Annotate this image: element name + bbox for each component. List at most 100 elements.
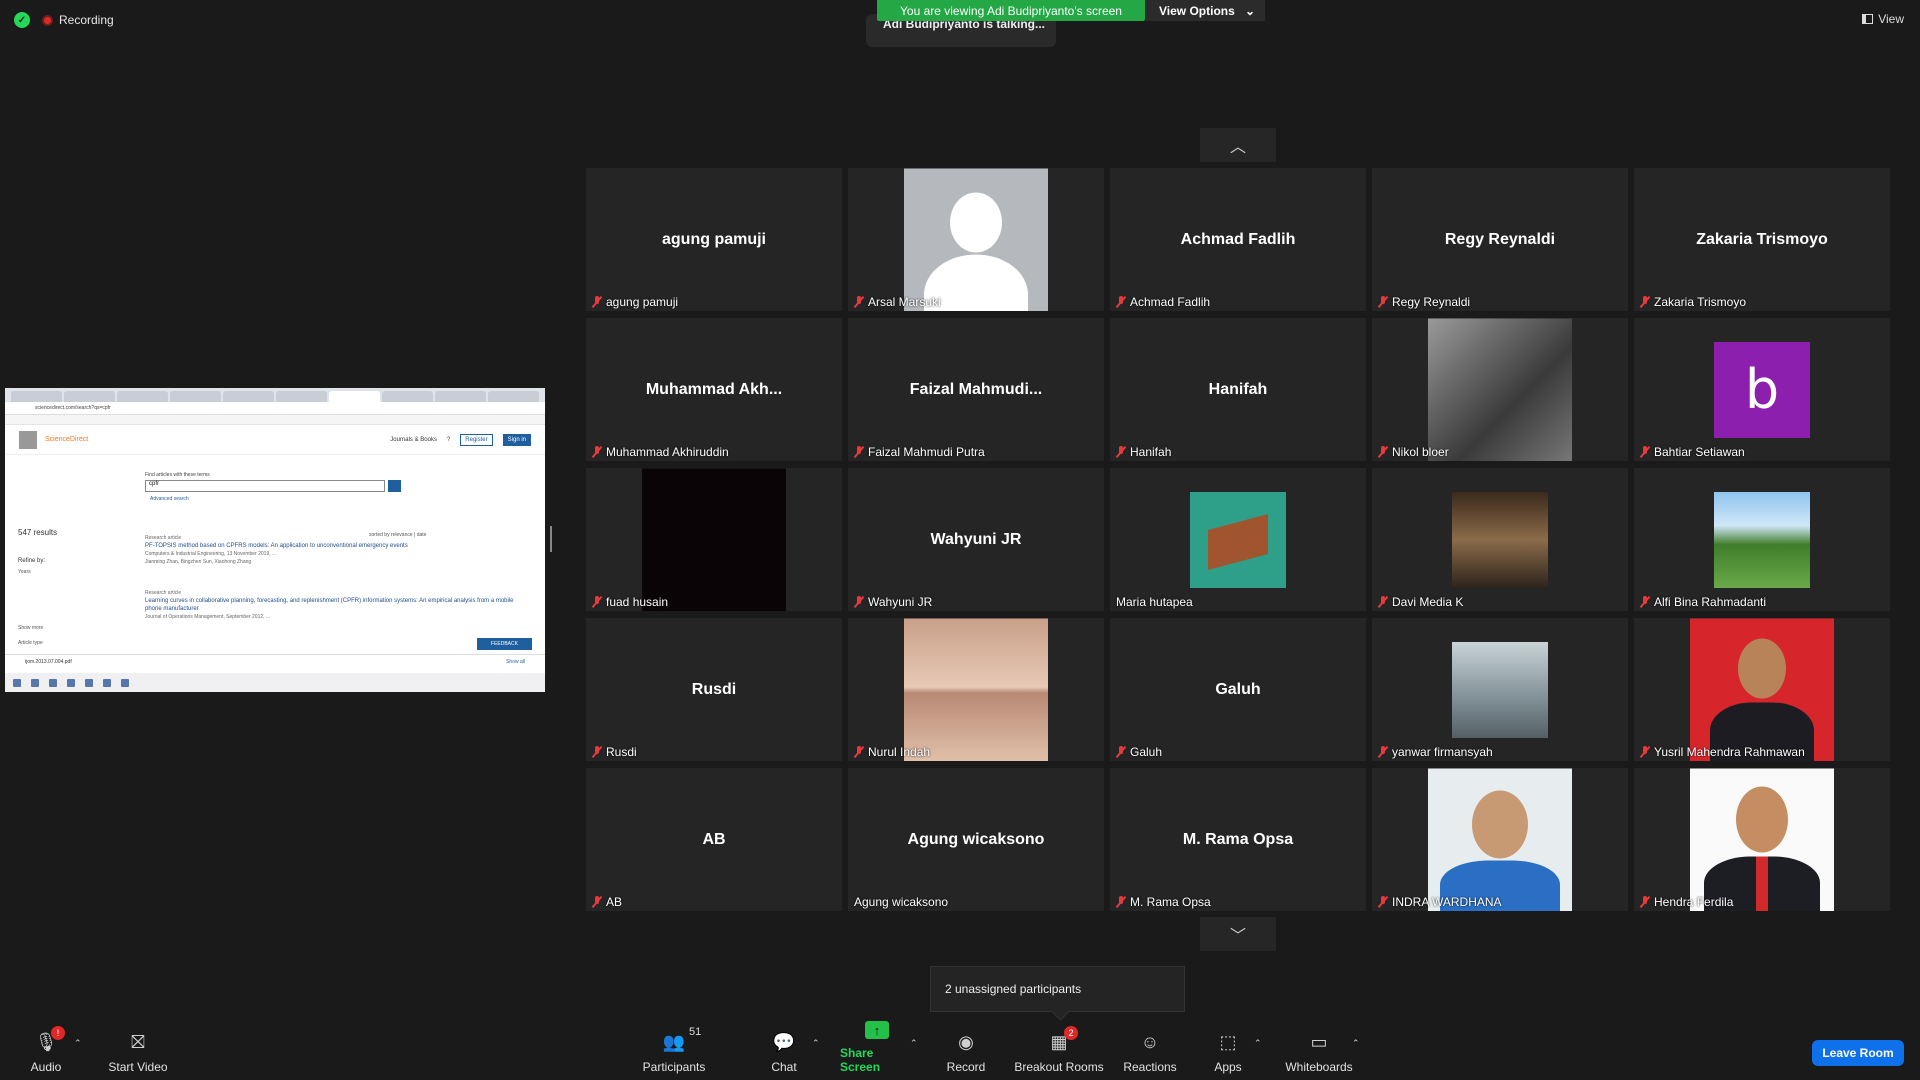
participant-tile[interactable]: INDRA WARDHANA [1372,768,1628,911]
participant-tile[interactable]: Maria hutapea [1110,468,1366,611]
apps-button[interactable]: ⬚ Apps [1210,1020,1246,1080]
browser-tab [64,391,115,402]
participant-tile[interactable]: Agung wicaksono Agung wicaksono [848,768,1104,911]
record-label: Record [946,1060,986,1074]
participant-tile[interactable]: Hanifah Hanifah [1110,318,1366,461]
mic-muted-icon [592,296,602,308]
article-result: Research article Learning curves in coll… [145,589,525,621]
share-options-caret[interactable]: ⌃ [910,1038,918,1049]
article-meta: Journal of Operations Management, Septem… [145,614,271,620]
participant-name-label: Arsal Marsuki [854,295,941,309]
participant-display-name: Agung wicaksono [907,830,1045,848]
participant-gallery: agung pamuji agung pamuji Arsal Marsuki Ach… [586,168,1890,911]
start-video-button[interactable]: ⛝ Start Video [102,1020,174,1080]
participant-tile[interactable]: Arsal Marsuki [848,168,1104,311]
participant-tile[interactable]: fuad husain [586,468,842,611]
share-screen-button[interactable]: ↑ Share Screen [840,1020,914,1080]
participant-name: Bahtiar Setiawan [1654,445,1745,459]
record-icon: ◉ [958,1031,974,1052]
mic-muted-icon [1640,296,1650,308]
participant-tile[interactable]: Yusril Mahendra Rahmawan [1634,618,1890,761]
reactions-button[interactable]: ☺ Reactions [1123,1020,1176,1080]
shared-screen[interactable]: sciencedirect.com/search?qs=cpfr Science… [5,388,545,692]
participant-tile[interactable]: Nikol bloer [1372,318,1628,461]
participant-tile[interactable]: Muhammad Akh... Muhammad Akhiruddin [586,318,842,461]
mic-muted-icon [1116,746,1126,758]
participant-name: Yusril Mahendra Rahmawan [1654,745,1805,759]
participant-name-label: Maria hutapea [1116,595,1193,609]
shield-icon[interactable]: ✓ [14,12,30,28]
unassigned-tooltip: 2 unassigned participants [930,966,1185,1012]
audio-label: Audio [30,1060,62,1074]
view-options-button[interactable]: View Options ⌄ [1145,0,1265,21]
breakout-rooms-button[interactable]: ▦ 2 Breakout Rooms [1014,1020,1104,1080]
whiteboards-button[interactable]: ▭ Whiteboards [1284,1020,1354,1080]
participants-button[interactable]: 👥 51 Participants [638,1020,710,1080]
participant-name: Arsal Marsuki [868,295,941,309]
record-dot-icon [42,14,53,26]
breakout-badge: 2 [1064,1026,1078,1040]
participant-tile[interactable]: Rusdi Rusdi [586,618,842,761]
participant-name-label: yanwar firmansyah [1378,745,1493,759]
participant-name-label: Rusdi [592,745,637,759]
participant-display-name: agung pamuji [662,230,766,248]
participant-display-name: Hanifah [1208,380,1268,398]
leave-room-button[interactable]: Leave Room [1812,1040,1904,1066]
sign-in-button: Sign in [502,433,531,446]
participant-tile[interactable]: Galuh Galuh [1110,618,1366,761]
gallery-next-button[interactable]: ﹀ [1200,917,1276,951]
gallery-prev-button[interactable]: ︿ [1200,128,1276,162]
article-authors: Jianming Zhan, Bingzhen Sun, Xiaohong Zh… [145,559,252,565]
feedback-button: FEEDBACK [477,638,532,650]
participant-name: Wahyuni JR [868,595,933,609]
participant-tile[interactable]: Alfi Bina Rahmadanti [1634,468,1890,611]
advanced-search-link: Advanced search [150,496,189,502]
participant-tile[interactable]: Hendra Ferdila [1634,768,1890,911]
participant-tile[interactable]: Wahyuni JR Wahyuni JR [848,468,1104,611]
taskbar-app-icon [121,678,129,687]
participant-tile[interactable]: Nurul Indah [848,618,1104,761]
chat-label: Chat [771,1060,797,1074]
participant-tile[interactable]: Faizal Mahmudi... Faizal Mahmudi Putra [848,318,1104,461]
participant-tile[interactable]: agung pamuji agung pamuji [586,168,842,311]
participant-name-label: Faizal Mahmudi Putra [854,445,985,459]
participant-display-name: Muhammad Akh... [645,380,783,398]
chat-button[interactable]: 💬 Chat [764,1020,804,1080]
participant-tile[interactable]: Regy Reynaldi Regy Reynaldi [1372,168,1628,311]
participant-name: fuad husain [606,595,669,609]
mic-muted-icon [592,446,602,458]
participant-tile[interactable]: Achmad Fadlih Achmad Fadlih [1110,168,1366,311]
participant-video [1452,641,1548,738]
whiteboards-options-caret[interactable]: ⌃ [1352,1038,1360,1049]
download-file: ijom.2013.07.004.pdf [25,659,72,665]
record-button[interactable]: ◉ Record [944,1020,988,1080]
participant-tile[interactable]: AB AB [586,768,842,911]
participant-tile[interactable]: M. Rama Opsa M. Rama Opsa [1110,768,1366,911]
search-field: cpfr [145,480,385,492]
help-icon: ? [446,436,451,443]
layout-icon [1862,14,1874,24]
audio-options-caret[interactable]: ⌃ [74,1038,82,1049]
browser-tab [276,391,327,402]
participant-name-label: Wahyuni JR [854,595,932,609]
participant-tile[interactable]: b Bahtiar Setiawan [1634,318,1890,461]
download-bar: ijom.2013.07.004.pdf Show all [5,654,545,670]
chat-options-caret[interactable]: ⌃ [812,1038,820,1049]
top-left-status: ✓ Recording [14,12,114,28]
mic-muted-icon [854,596,864,608]
participant-name-label: agung pamuji [592,295,678,309]
recording-indicator[interactable]: Recording [42,13,114,27]
participant-tile[interactable]: Davi Media K [1372,468,1628,611]
mic-muted-icon [1378,746,1388,758]
view-button[interactable]: View [1862,12,1904,26]
participant-tile[interactable]: Zakaria Trismoyo Zakaria Trismoyo [1634,168,1890,311]
apps-options-caret[interactable]: ⌃ [1254,1038,1262,1049]
register-button: Register [460,433,493,446]
windows-icon [13,678,21,687]
participant-name-label: Nurul Indah [854,745,930,759]
article-type: Research article [145,590,182,596]
audio-button[interactable]: 🎙! Audio [24,1020,68,1080]
participant-name-label: Muhammad Akhiruddin [592,445,729,459]
resize-handle[interactable] [550,526,552,552]
participant-tile[interactable]: yanwar firmansyah [1372,618,1628,761]
